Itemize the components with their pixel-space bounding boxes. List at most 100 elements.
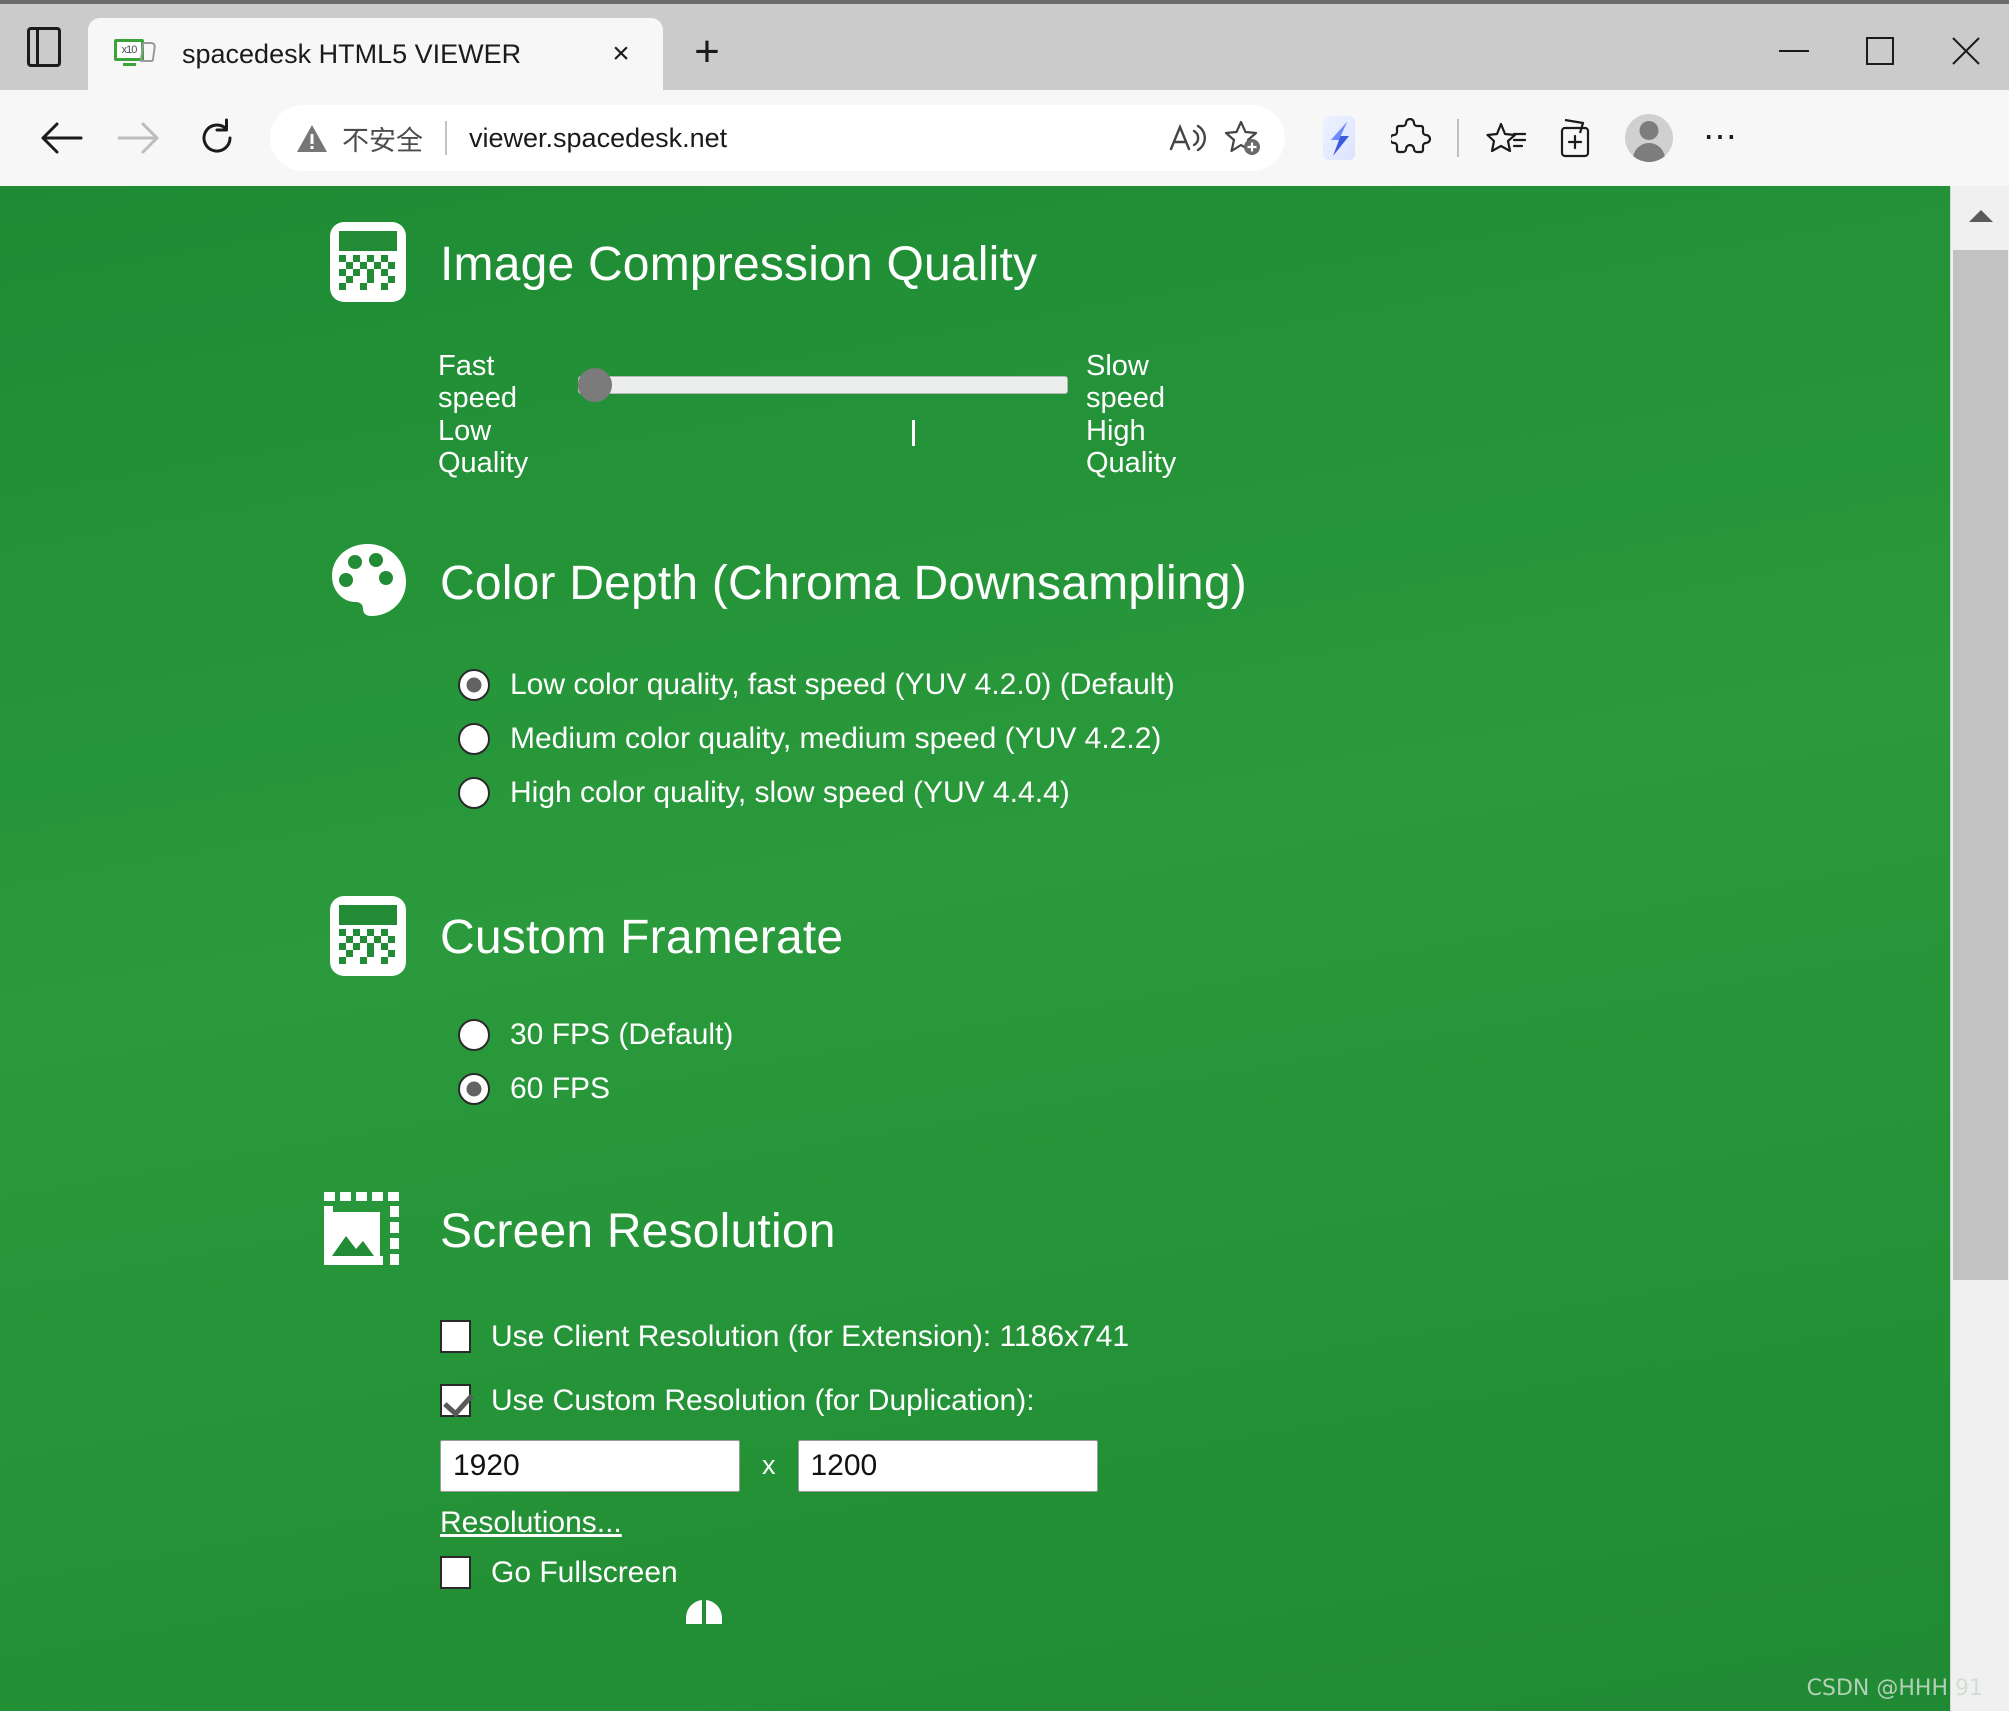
tab-actions-button[interactable] [0, 4, 88, 90]
window-controls [1751, 8, 2009, 94]
browser-essentials-icon[interactable] [1303, 102, 1375, 174]
section-title: Screen Resolution [440, 1205, 836, 1259]
radio-button[interactable] [458, 1072, 490, 1105]
radio-label: Medium color quality, medium speed (YUV … [510, 721, 1162, 755]
radio-label: 30 FPS (Default) [510, 1017, 734, 1051]
color-depth-options: Low color quality, fast speed (YUV 4.2.0… [330, 668, 1950, 810]
slider-left-label-line-1: Fast speed [438, 350, 518, 415]
screen-resolution-controls: Use Client Resolution (for Extension): 1… [330, 1320, 1950, 1590]
slider-right-label-line-4: Quality [1086, 447, 1177, 480]
slider-track[interactable] [578, 376, 1068, 394]
extensions-icon[interactable] [1375, 102, 1447, 174]
add-favorite-icon[interactable] [1215, 110, 1271, 166]
url-text: viewer.spacedesk.net [469, 122, 728, 153]
spacedesk-favicon: x10 [114, 37, 160, 71]
slider-right-label-line-3: High [1086, 414, 1146, 447]
favicon-phone-icon [139, 42, 157, 62]
minimize-button[interactable] [1751, 8, 1837, 94]
checkbox[interactable] [440, 1556, 471, 1590]
tab-search-icon [27, 27, 61, 67]
back-button[interactable] [22, 99, 100, 177]
radio-option-medium-color[interactable]: Medium color quality, medium speed (YUV … [458, 722, 1950, 756]
split-screen-icon[interactable] [1541, 102, 1613, 174]
slider-left-label-line-3: Quality [438, 447, 529, 480]
avatar [1625, 114, 1673, 162]
palette-icon [330, 542, 414, 626]
dither-icon [330, 222, 414, 306]
not-secure-warning-icon [297, 124, 327, 152]
section-title: Color Depth (Chroma Downsampling) [440, 557, 1247, 611]
slider-right-label: Slow speed High Quality [1086, 350, 1266, 480]
section-title: Custom Framerate [440, 911, 844, 965]
resolution-width-input[interactable]: 1920 [440, 1439, 740, 1492]
navigation-bar: 不安全 viewer.spacedesk.net ⋯ [0, 90, 2009, 186]
section-header: Image Compression Quality [330, 222, 1950, 306]
slider-right-label-line-1: Slow [1086, 350, 1149, 382]
radio-button[interactable] [458, 668, 490, 701]
checkbox-use-client-resolution[interactable]: Use Client Resolution (for Extension): 1… [440, 1320, 1950, 1354]
profile-avatar[interactable] [1613, 102, 1685, 174]
spacedesk-settings-page: Image Compression Quality Fast speed Low… [0, 186, 1950, 1711]
scroll-up-arrow-icon[interactable] [1951, 186, 2009, 246]
radio-label: 60 FPS [510, 1071, 611, 1105]
checkbox-use-custom-resolution[interactable]: Use Custom Resolution (for Duplication): [440, 1384, 1950, 1418]
section-header: Custom Framerate [330, 895, 1950, 980]
forward-button[interactable] [100, 99, 178, 177]
radio-button[interactable] [458, 1018, 490, 1051]
checkbox[interactable] [440, 1320, 471, 1354]
section-title: Image Compression Quality [440, 237, 1038, 291]
maximize-button[interactable] [1837, 8, 1923, 94]
settings-more-icon[interactable]: ⋯ [1685, 102, 1757, 174]
slider-thumb[interactable] [578, 368, 612, 402]
slider-left-label: Fast speed Low Quality [438, 350, 578, 480]
tab-title: spacedesk HTML5 VIEWER [182, 38, 522, 69]
browser-window: x10 spacedesk HTML5 VIEWER × + 不安全 viewe… [0, 0, 2009, 1711]
address-bar[interactable]: 不安全 viewer.spacedesk.net [270, 105, 1285, 171]
section-header: Color Depth (Chroma Downsampling) [330, 542, 1950, 626]
resolution-separator: x [762, 1450, 776, 1481]
radio-button[interactable] [458, 776, 490, 809]
tab-close-icon[interactable]: × [597, 30, 645, 78]
slider-left-label-line-2: Low [438, 414, 492, 447]
close-button[interactable] [1923, 8, 2009, 94]
radio-option-60fps[interactable]: 60 FPS [458, 1072, 1950, 1106]
resolution-height-input[interactable]: 1200 [797, 1439, 1098, 1492]
framerate-options: 30 FPS (Default) 60 FPS [330, 1018, 1950, 1106]
radio-option-high-color[interactable]: High color quality, slow speed (YUV 4.4.… [458, 776, 1950, 810]
title-bar: x10 spacedesk HTML5 VIEWER × + [0, 0, 2009, 90]
slider-tick-mark [912, 420, 915, 446]
ellipsis-icon: ⋯ [1703, 118, 1739, 157]
section-header: Screen Resolution [322, 1190, 1950, 1274]
section-image-compression-quality: Image Compression Quality Fast speed Low… [330, 186, 1950, 480]
dither-icon [330, 895, 414, 980]
omnibox-divider [445, 121, 447, 155]
custom-resolution-inputs: 1920 x 1200 [440, 1439, 1950, 1492]
security-status-label: 不安全 [342, 125, 423, 156]
radio-option-30fps[interactable]: 30 FPS (Default) [458, 1018, 1950, 1052]
slider-right-label-line-2: speed [1086, 382, 1166, 415]
compression-slider[interactable] [578, 368, 1068, 446]
checkbox-label: Go Fullscreen [491, 1555, 678, 1589]
new-tab-button[interactable]: + [677, 22, 737, 82]
refresh-button[interactable] [178, 99, 256, 177]
radio-option-low-color[interactable]: Low color quality, fast speed (YUV 4.2.0… [458, 668, 1950, 702]
section-screen-resolution: Screen Resolution Use Client Resolution … [324, 1126, 1950, 1624]
radio-label: Low color quality, fast speed (YUV 4.2.0… [510, 667, 1175, 701]
checkbox[interactable] [440, 1384, 471, 1418]
screen-resolution-icon [322, 1190, 406, 1274]
radio-button[interactable] [458, 722, 490, 755]
toolbar-divider [1457, 119, 1459, 157]
compression-slider-row: Fast speed Low Quality Slow speed High Q… [330, 350, 1950, 480]
browser-tab[interactable]: x10 spacedesk HTML5 VIEWER × [88, 18, 663, 90]
watermark-text: CSDN @HHH 91 [1806, 1676, 1983, 1701]
scrollbar-thumb[interactable] [1953, 250, 2008, 1280]
page-viewport: Image Compression Quality Fast speed Low… [0, 186, 2009, 1711]
read-aloud-icon[interactable] [1159, 110, 1215, 166]
radio-label: High color quality, slow speed (YUV 4.4.… [510, 775, 1070, 809]
section-custom-framerate: Custom Framerate 30 FPS (Default) 60 FPS [330, 830, 1950, 1106]
resolutions-link[interactable]: Resolutions... [440, 1506, 622, 1540]
collections-icon[interactable] [1469, 102, 1541, 174]
favicon-monitor-stand [123, 63, 136, 66]
next-section-partial-icon [666, 1548, 742, 1624]
page-scrollbar[interactable] [1950, 186, 2009, 1711]
